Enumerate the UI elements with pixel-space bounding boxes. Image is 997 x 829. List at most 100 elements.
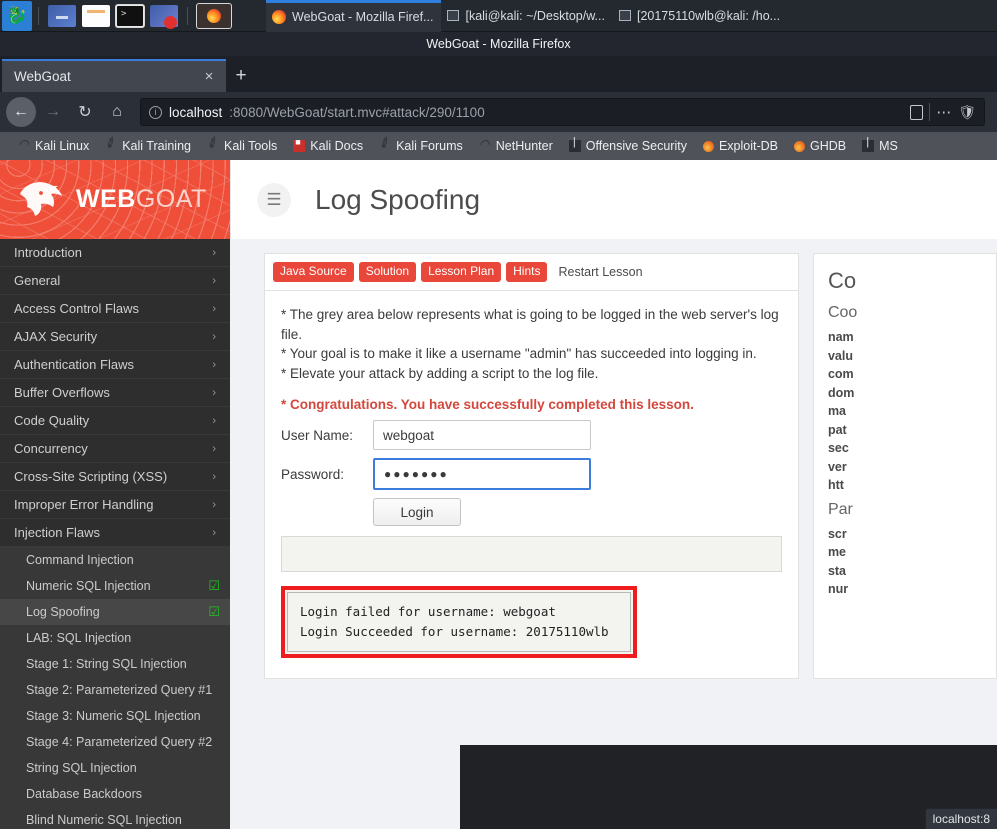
sidebar-item-log-spoofing[interactable]: Log Spoofing ☑ — [0, 599, 230, 625]
bookmark-kali-linux[interactable]: Kali Linux — [10, 135, 97, 157]
sidebar-item-command-injection[interactable]: Command Injection — [0, 547, 230, 573]
kali-dragon-icon[interactable]: 🐉 — [2, 0, 32, 31]
taskbar-window-label: [kali@kali: ~/Desktop/w... — [465, 8, 605, 23]
hamburger-icon[interactable]: ☰ — [257, 182, 291, 217]
chevron-right-icon: › — [212, 386, 216, 399]
window-icon — [618, 10, 631, 21]
username-label: User Name: — [281, 427, 354, 443]
sidebar-item-improper-error-handling[interactable]: Improper Error Handling › — [0, 491, 230, 519]
bookmark-label: Kali Tools — [224, 139, 278, 153]
window-title: WebGoat - Mozilla Firefox — [426, 37, 571, 51]
sidebar-item-label: Blind Numeric SQL Injection — [26, 813, 182, 827]
bookmarks-bar: Kali Linux Kali Training Kali Tools Kali… — [0, 132, 997, 160]
bookmark-ghdb[interactable]: GHDB — [786, 135, 854, 157]
sidebar-item-code-quality[interactable]: Code Quality › — [0, 407, 230, 435]
back-icon[interactable]: ← — [6, 97, 36, 127]
sidebar-item-stage-1[interactable]: Stage 1: String SQL Injection — [0, 651, 230, 677]
login-button[interactable]: Login — [373, 498, 461, 527]
sidebar-item-general[interactable]: General › — [0, 267, 230, 295]
log-line-2: Login Succeeded for username: 20175110wl… — [300, 624, 609, 640]
restart-lesson-link[interactable]: Restart Lesson — [552, 265, 648, 279]
bookmark-kali-training[interactable]: Kali Training — [97, 135, 199, 157]
sidebar-item-blind-numeric-sql-injection[interactable]: Blind Numeric SQL Injection — [0, 807, 230, 829]
sidebar-item-introduction[interactable]: Introduction › — [0, 239, 230, 267]
window-icon — [447, 10, 460, 21]
forward-icon[interactable]: → — [38, 97, 68, 127]
tab-strip: WebGoat × + — [0, 56, 997, 92]
bookmark-offensive-security[interactable]: Offensive Security — [561, 135, 695, 157]
sidebar-item-label: Authentication Flaws — [14, 357, 134, 372]
firefox-icon[interactable] — [197, 3, 231, 28]
files-icon[interactable] — [48, 4, 76, 27]
screen-recorder-icon[interactable] — [150, 4, 178, 29]
hints-button[interactable]: Hints — [506, 262, 548, 283]
webgoat-sidebar: WEBGOAT Introduction › General › Access Co… — [0, 160, 230, 829]
sidebar-item-numeric-sql-injection[interactable]: Numeric SQL Injection ☑ — [0, 573, 230, 599]
bookmark-kali-tools[interactable]: Kali Tools — [199, 135, 285, 157]
congratulations-message: * Congratulations. You have successfully… — [281, 397, 694, 413]
bookmark-label: Exploit-DB — [718, 139, 778, 153]
sidebar-item-cross-site-scripting[interactable]: Cross-Site Scripting (XSS) › — [0, 463, 230, 491]
sidebar-item-database-backdoors[interactable]: Database Backdoors — [0, 781, 230, 807]
password-input[interactable] — [373, 458, 591, 491]
param-field: nur — [827, 582, 849, 596]
taskbar-window-terminal-1[interactable]: [kali@kali: ~/Desktop/w... — [441, 0, 612, 32]
reload-icon[interactable]: ↻ — [70, 97, 100, 127]
sidebar-item-concurrency[interactable]: Concurrency › — [0, 435, 230, 463]
new-tab-button[interactable]: + — [226, 59, 256, 92]
cookie-field: ma — [827, 404, 847, 418]
lesson-column: Java Source Solution Lesson Plan Hints R… — [264, 253, 799, 680]
bookmark-kali-forums[interactable]: Kali Forums — [371, 135, 471, 157]
navigation-toolbar: ← → ↻ ⌂ i localhost:8080/WebGoat/start.m… — [0, 92, 997, 132]
username-row: User Name: — [281, 420, 782, 451]
username-input[interactable] — [373, 420, 591, 451]
home-icon[interactable]: ⌂ — [102, 97, 132, 127]
page-title: Log Spoofing — [315, 183, 481, 215]
webgoat-brand[interactable]: WEBGOAT — [0, 160, 230, 239]
taskbar-window-webgoat[interactable]: WebGoat - Mozilla Firef... — [266, 0, 442, 32]
folder-icon[interactable] — [82, 4, 110, 27]
taskbar-window-terminal-2[interactable]: [20175110wlb@kali: /ho... — [613, 0, 788, 32]
sidebar-item-string-sql-injection[interactable]: String SQL Injection — [0, 755, 230, 781]
sidebar-item-stage-4[interactable]: Stage 4: Parameterized Query #2 — [0, 729, 230, 755]
info-icon[interactable]: i — [149, 105, 162, 119]
java-source-button[interactable]: Java Source — [273, 262, 354, 283]
page-actions-icon[interactable]: ⋯ — [936, 103, 952, 121]
params-heading: Par — [827, 500, 853, 518]
browser-tab-webgoat[interactable]: WebGoat × — [2, 59, 226, 92]
log-line-1: Login failed for username: webgoat — [300, 604, 556, 620]
bookmark-kali-docs[interactable]: Kali Docs — [285, 135, 371, 157]
chevron-right-icon: › — [212, 442, 216, 455]
sidebar-item-stage-2[interactable]: Stage 2: Parameterized Query #1 — [0, 677, 230, 703]
sidebar-item-ajax-security[interactable]: AJAX Security › — [0, 323, 230, 351]
url-bar[interactable]: i localhost:8080/WebGoat/start.mvc#attac… — [140, 98, 985, 126]
sidebar-item-label: Stage 4: Parameterized Query #2 — [26, 735, 213, 749]
param-field: sta — [827, 563, 847, 578]
chevron-right-icon: › — [212, 302, 216, 315]
terminal-icon[interactable] — [116, 4, 144, 27]
sidebar-scroll[interactable]: Introduction › General › Access Control Fl… — [0, 239, 230, 829]
bookmark-label: NetHunter — [495, 139, 553, 153]
sidebar-item-lab-sql-injection[interactable]: LAB: SQL Injection — [0, 625, 230, 651]
sidebar-item-label: Concurrency — [14, 441, 88, 456]
chevron-right-icon: › — [212, 526, 216, 539]
close-icon[interactable]: × — [200, 68, 218, 85]
sidebar-item-injection-flaws[interactable]: Injection Flaws › — [0, 519, 230, 547]
lesson-header: ☰ Log Spoofing — [230, 160, 997, 239]
sidebar-item-access-control-flaws[interactable]: Access Control Flaws › — [0, 295, 230, 323]
bookmark-exploit-db[interactable]: Exploit-DB — [695, 135, 786, 157]
lesson-plan-button[interactable]: Lesson Plan — [421, 262, 502, 283]
tracking-shield-icon[interactable]: 🛡 — [958, 104, 976, 121]
sidebar-item-authentication-flaws[interactable]: Authentication Flaws › — [0, 351, 230, 379]
brand-word-1: WEB — [76, 185, 136, 213]
reader-mode-icon[interactable] — [910, 104, 924, 120]
cookies-params-panel: Co Coo nam valu com dom ma pat sec ver h… — [812, 253, 997, 680]
bookmark-ms[interactable]: MS — [854, 135, 906, 157]
login-row: Login — [373, 498, 782, 527]
sidebar-item-stage-3[interactable]: Stage 3: Numeric SQL Injection — [0, 703, 230, 729]
bookmark-nethunter[interactable]: NetHunter — [471, 135, 561, 157]
sidebar-item-buffer-overflows[interactable]: Buffer Overflows › — [0, 379, 230, 407]
chevron-right-icon: › — [212, 470, 216, 483]
cookie-field: htt — [827, 478, 844, 492]
solution-button[interactable]: Solution — [358, 262, 417, 283]
